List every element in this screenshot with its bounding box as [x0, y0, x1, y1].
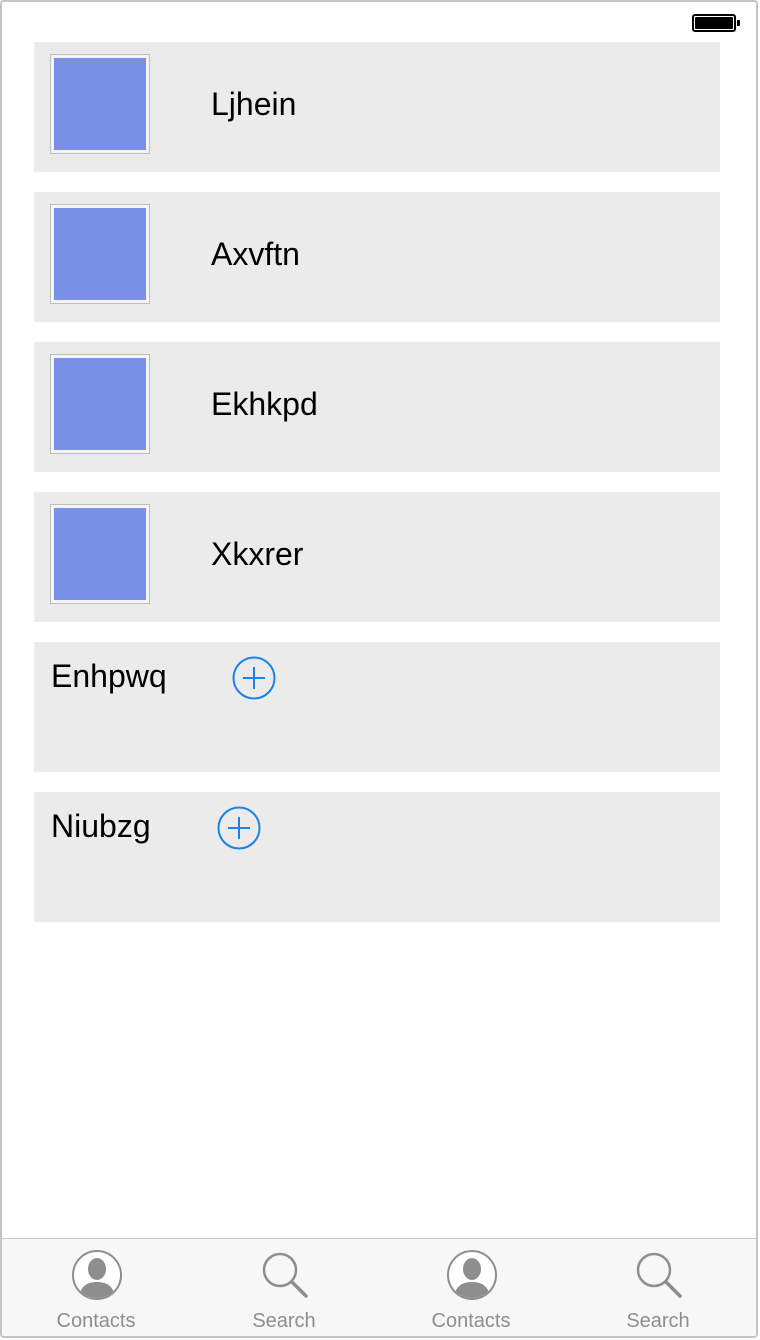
add-circle-icon	[232, 656, 276, 700]
contact-name: Ekhkpd	[211, 386, 318, 422]
tab-label: Contacts	[431, 1310, 511, 1332]
thumbnail-image	[54, 208, 146, 300]
thumbnail-image	[54, 58, 146, 150]
battery-full-icon	[692, 14, 740, 32]
contacts-icon	[447, 1250, 497, 1300]
contact-card[interactable]: Ekhkpd	[34, 342, 720, 472]
tab-label: Search	[626, 1310, 690, 1332]
contact-name: Xkxrer	[211, 536, 304, 572]
contact-thumbnail	[50, 504, 150, 604]
tab-contacts[interactable]: Contacts	[6, 1239, 186, 1336]
add-button[interactable]	[217, 806, 261, 850]
addable-card: Enhpwq	[34, 642, 720, 772]
add-button[interactable]	[232, 656, 276, 700]
contact-name: Axvftn	[211, 236, 300, 272]
battery-fill	[695, 17, 733, 29]
contact-thumbnail	[50, 204, 150, 304]
thumbnail-image	[54, 358, 146, 450]
addable-name: Enhpwq	[51, 658, 167, 694]
tab-label: Contacts	[56, 1310, 136, 1332]
search-icon	[636, 1252, 682, 1298]
search-icon	[262, 1252, 308, 1298]
tab-bar: Contacts Search Contacts Search	[2, 1238, 756, 1336]
contact-thumbnail	[50, 54, 150, 154]
tab-search[interactable]: Search	[194, 1239, 374, 1336]
battery-nub	[737, 20, 740, 26]
contact-card[interactable]: Axvftn	[34, 192, 720, 322]
contact-card[interactable]: Ljhein	[34, 42, 720, 172]
contact-name: Ljhein	[211, 86, 297, 122]
thumbnail-image	[54, 508, 146, 600]
add-circle-icon	[217, 806, 261, 850]
contact-card[interactable]: Xkxrer	[34, 492, 720, 622]
tab-label: Search	[252, 1310, 316, 1332]
addable-card: Niubzg	[34, 792, 720, 922]
tab-search[interactable]: Search	[568, 1239, 748, 1336]
addable-name: Niubzg	[51, 808, 151, 844]
contact-thumbnail	[50, 354, 150, 454]
tab-contacts[interactable]: Contacts	[381, 1239, 561, 1336]
app-screen: Ljhein Axvftn Ekhkpd Xkxrer Enhpwq Niubz…	[0, 0, 758, 1338]
contacts-icon	[72, 1250, 122, 1300]
